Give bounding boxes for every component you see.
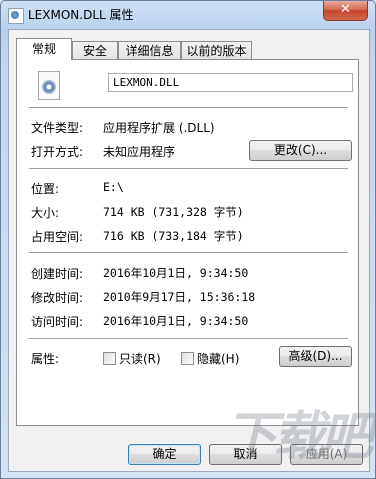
checkbox-box[interactable] <box>181 352 194 365</box>
divider <box>29 168 348 170</box>
divider <box>29 338 348 340</box>
change-button[interactable]: 更改(C)... <box>249 140 352 161</box>
dll-file-icon <box>8 8 24 24</box>
advanced-button[interactable]: 高级(D)... <box>279 346 352 367</box>
open-with-label: 打开方式: <box>31 145 84 159</box>
tab-general[interactable]: 常规 <box>16 38 72 60</box>
modified-label: 修改时间: <box>31 291 84 305</box>
size-on-disk-label: 占用空间: <box>31 230 84 244</box>
tab-details[interactable]: 详细信息 <box>118 41 181 59</box>
file-name-field[interactable]: LEXMON.DLL <box>108 73 353 92</box>
file-type-label: 文件类型: <box>31 121 84 135</box>
divider <box>29 107 348 109</box>
open-with-value: 未知应用程序 <box>103 145 176 159</box>
window-title: LEXMON.DLL 属性 <box>28 8 134 22</box>
ok-button[interactable]: 确定 <box>128 444 201 465</box>
dll-file-icon <box>38 71 60 100</box>
size-value: 714 KB (731,328 字节) <box>103 205 244 219</box>
file-type-value: 应用程序扩展 (.DLL) <box>103 121 215 135</box>
created-value: 2016年10月1日, 9:34:50 <box>103 266 249 280</box>
accessed-label: 访问时间: <box>31 315 84 329</box>
hidden-checkbox[interactable]: 隐藏(H) <box>181 350 239 367</box>
properties-window: LEXMON.DLL 属性 ✕ 常规 安全 详细信息 以前的版本 LEXMON.… <box>0 0 376 479</box>
size-label: 大小: <box>31 206 60 220</box>
gear-icon <box>42 80 56 94</box>
tab-security[interactable]: 安全 <box>72 41 118 59</box>
cancel-button[interactable]: 取消 <box>209 444 282 465</box>
close-button[interactable]: ✕ <box>323 1 368 21</box>
tab-previous-versions[interactable]: 以前的版本 <box>181 41 252 59</box>
size-on-disk-value: 716 KB (733,184 字节) <box>103 229 244 243</box>
readonly-label: 只读(R) <box>119 352 161 366</box>
general-tab-panel: LEXMON.DLL 文件类型: 应用程序扩展 (.DLL) 打开方式: 未知应… <box>16 59 359 426</box>
location-label: 位置: <box>31 182 60 196</box>
attributes-label: 属性: <box>31 352 60 366</box>
divider <box>29 252 348 254</box>
created-label: 创建时间: <box>31 267 84 281</box>
hidden-label: 隐藏(H) <box>197 352 240 366</box>
location-value: E:\ <box>103 180 124 194</box>
accessed-value: 2016年10月1日, 9:34:50 <box>103 314 249 328</box>
dialog-client-area: 常规 安全 详细信息 以前的版本 LEXMON.DLL 文件类型: 应用程序扩展… <box>8 29 370 472</box>
modified-value: 2010年9月17日, 15:36:18 <box>103 290 256 304</box>
readonly-checkbox[interactable]: 只读(R) <box>103 350 161 367</box>
title-bar[interactable]: LEXMON.DLL 属性 ✕ <box>1 1 375 29</box>
checkbox-box[interactable] <box>103 352 116 365</box>
apply-button[interactable]: 应用(A) <box>290 444 363 465</box>
